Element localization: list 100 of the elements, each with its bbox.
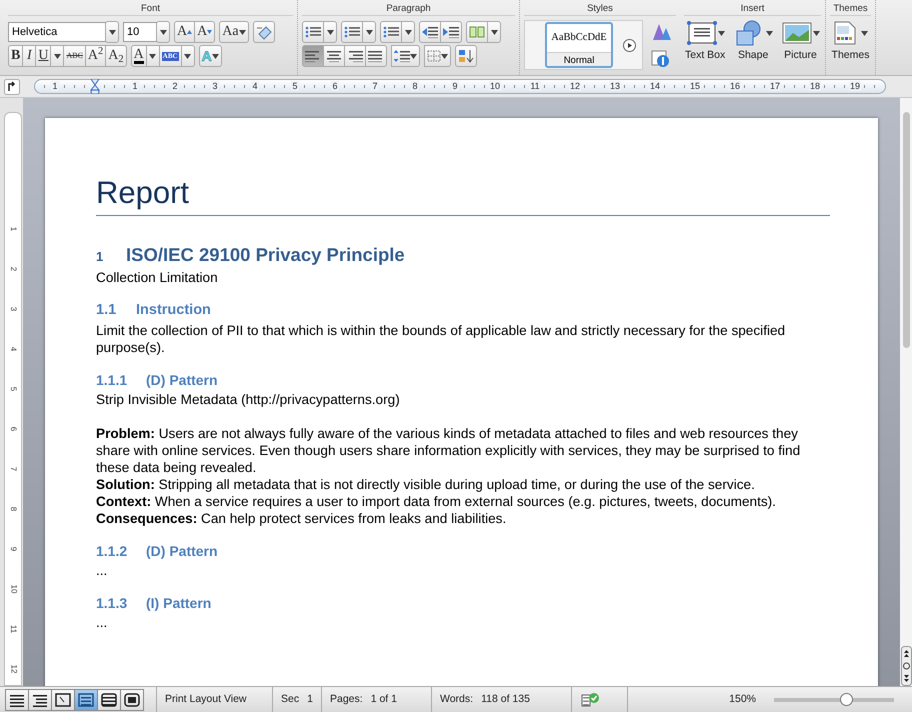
down-arrow-icon <box>207 30 212 34</box>
ruler-bar[interactable]: 1 1 2 3 4 5 6 7 8 9 10 11 12 13 14 15 16 17 18 19 <box>34 79 886 94</box>
print-layout-button[interactable] <box>74 688 98 710</box>
dropdown-button[interactable] <box>105 21 119 43</box>
document-title: Report <box>96 174 830 216</box>
publishing-view-button[interactable] <box>51 688 75 710</box>
line-spacing-icon <box>394 50 410 62</box>
ruler-number: 4 <box>8 346 19 352</box>
bold-button[interactable]: B <box>8 45 24 67</box>
heading-text: (D) Pattern <box>146 542 218 561</box>
group-title: Styles <box>524 0 676 16</box>
caret-icon <box>160 30 166 34</box>
align-right-button[interactable] <box>344 45 366 67</box>
ruler-number: 2 <box>171 80 178 91</box>
ruler-number: 11 <box>8 624 19 634</box>
ruler-number: 9 <box>8 546 19 552</box>
notebook-view-button[interactable] <box>97 688 121 710</box>
font-name-field[interactable]: Helvetica <box>8 22 106 42</box>
decrease-indent-button[interactable] <box>419 21 441 43</box>
caret-icon <box>108 30 116 34</box>
dropdown-button[interactable] <box>180 45 195 67</box>
document-icon <box>833 20 857 46</box>
ruler-number: 8 <box>8 506 19 512</box>
ruler-number: 15 <box>688 80 701 91</box>
dropdown-button[interactable] <box>487 21 501 43</box>
view-name: Print Layout View <box>165 692 247 707</box>
tab-stop-icon[interactable] <box>4 78 20 94</box>
themes-button[interactable]: Themes <box>830 20 871 64</box>
style-name: Normal <box>547 52 611 66</box>
ruler-number: 5 <box>291 80 298 91</box>
status-label: Words: <box>440 692 474 707</box>
font-color-button[interactable]: A <box>130 45 147 67</box>
indent-marker-icon[interactable] <box>90 79 100 94</box>
font-size-field[interactable]: 10 <box>123 22 157 42</box>
heading-number: 1 <box>96 248 104 266</box>
line-spacing-button[interactable] <box>391 45 420 67</box>
dropdown-button[interactable] <box>323 21 337 43</box>
text-box-button[interactable]: Text Box <box>684 20 726 64</box>
underline-button[interactable]: U <box>35 45 52 67</box>
paragraph: Solution: Stripping all metadata that is not directly visible during upload time, or during the use of the service. <box>96 476 756 493</box>
ruler-number: 9 <box>451 80 458 91</box>
numbered-list-icon <box>344 26 360 38</box>
subscript-button[interactable]: A$_{2}$ <box>105 45 127 67</box>
page-navigation-icon[interactable] <box>900 646 912 686</box>
increase-indent-button[interactable] <box>440 21 462 43</box>
caret-icon <box>212 54 219 58</box>
ruler-number: 17 <box>768 80 781 91</box>
paragraph: Limit the collection of PII to that which is within the bounds of applicable law and strictly necessary for the specified purpose(s). <box>96 322 786 356</box>
shrink-font-button[interactable]: A <box>194 21 216 43</box>
paragraph: Consequences: Can help protect services from leaks and liabilities. <box>96 510 508 527</box>
ruler-number: 3 <box>8 306 19 312</box>
dropdown-button[interactable] <box>156 21 170 43</box>
dropdown-button[interactable] <box>401 21 415 43</box>
group-title: Paragraph <box>302 0 515 16</box>
borders-button[interactable] <box>424 45 451 67</box>
align-center-icon <box>326 50 342 62</box>
numbering-button[interactable] <box>341 21 363 43</box>
style-tile[interactable]: AaBbCcDdE Normal <box>545 22 613 68</box>
superscript-button[interactable]: A$^{2}$ <box>84 45 106 67</box>
proofing-icon[interactable] <box>580 692 600 708</box>
dropdown-button[interactable] <box>146 45 160 67</box>
full-screen-button[interactable] <box>120 688 144 710</box>
outdent-icon <box>422 26 438 38</box>
align-left-icon <box>305 50 321 62</box>
ruler-number: 10 <box>8 584 19 594</box>
multilevel-list-button[interactable] <box>380 21 402 43</box>
paragraph: ... <box>96 614 108 631</box>
draft-view-button[interactable] <box>5 688 29 710</box>
outline-view-button[interactable] <box>28 688 52 710</box>
ruler-number: 1 <box>51 80 58 91</box>
picture-button[interactable]: Picture <box>780 20 821 64</box>
justify-button[interactable] <box>365 45 387 67</box>
clear-formatting-button[interactable] <box>252 21 275 43</box>
sort-button[interactable] <box>455 45 477 67</box>
group-title: Themes <box>830 0 871 16</box>
ruler-number: 6 <box>8 426 19 432</box>
scrollbar-thumb[interactable] <box>902 112 910 348</box>
text-box-icon <box>686 20 718 46</box>
ruler-number: 8 <box>411 80 418 91</box>
dropdown-button[interactable] <box>50 45 64 67</box>
caret-icon <box>238 30 246 34</box>
dropdown-button[interactable] <box>362 21 376 43</box>
caret-icon <box>184 54 192 58</box>
align-left-button[interactable] <box>302 45 324 67</box>
strikethrough-button[interactable]: ABC <box>63 45 86 67</box>
bullets-button[interactable] <box>302 21 324 43</box>
caret-icon <box>366 30 372 34</box>
style-set-icon[interactable] <box>651 22 673 42</box>
change-case-button[interactable]: Aa <box>219 21 249 43</box>
shape-button[interactable]: Shape <box>732 20 774 64</box>
italic-button[interactable]: I <box>22 45 36 67</box>
sort-icon <box>458 49 474 63</box>
grow-font-button[interactable]: A <box>174 21 196 43</box>
paragraph: Problem: Users are not always fully aware of the various kinds of metadata attached to files and web resources they share with online services. Even though users share information explicitly with services, they may be surprised to find these data being revealed. <box>96 424 802 476</box>
group-title: Insert <box>684 0 821 16</box>
heading-text: ISO/IEC 29100 Privacy Principle <box>126 243 405 268</box>
align-center-button[interactable] <box>323 45 345 67</box>
zoom-reading: 150% <box>729 692 756 707</box>
eraser-icon <box>256 24 272 40</box>
ruler-number: 14 <box>648 80 661 91</box>
